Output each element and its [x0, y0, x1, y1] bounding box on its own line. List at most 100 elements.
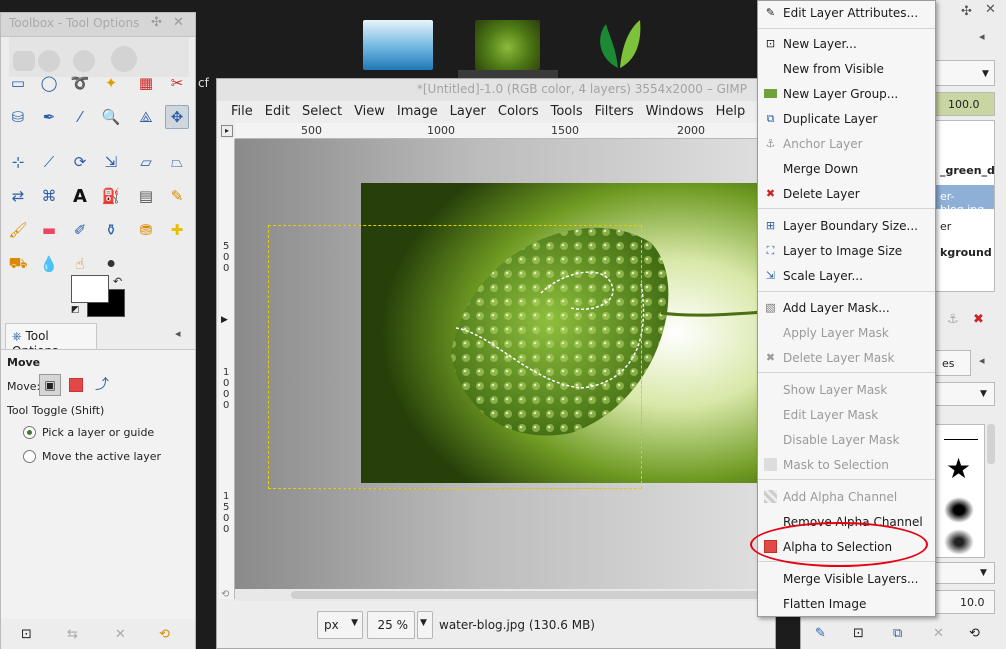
- rotate-tool-icon[interactable]: ⟳: [68, 150, 92, 174]
- menu-item-edit-layer-attributes[interactable]: ✎ Edit Layer Attributes...: [758, 1, 935, 25]
- zoom-dropdown-button[interactable]: ▼: [417, 611, 433, 639]
- delete-brush-icon[interactable]: ✕: [933, 626, 944, 641]
- pin-icon[interactable]: ✣: [961, 4, 972, 19]
- brush-spacing-field[interactable]: 10.0: [935, 590, 995, 614]
- menu-filters[interactable]: Filters: [589, 101, 640, 123]
- scale-tool-icon[interactable]: ⇲: [99, 150, 123, 174]
- zoom-field[interactable]: 25 %: [367, 611, 415, 639]
- brush-scrollbar[interactable]: [987, 424, 995, 464]
- foreground-select-tool-icon[interactable]: ⛁: [6, 105, 30, 129]
- menu-layer[interactable]: Layer: [444, 101, 492, 123]
- menu-item-layer-boundary-size[interactable]: ⊞ Layer Boundary Size...: [758, 214, 935, 238]
- ink-tool-icon[interactable]: ⚱: [99, 218, 123, 242]
- brush-filter-select[interactable]: ▼: [935, 382, 995, 406]
- leaf-thumbnail[interactable]: [475, 20, 540, 70]
- swap-colors-icon[interactable]: ↶: [113, 275, 122, 288]
- shear-tool-icon[interactable]: ▱: [134, 150, 158, 174]
- navigate-icon[interactable]: ⟲: [221, 589, 229, 600]
- layer-row[interactable]: _green_dro: [936, 161, 994, 181]
- unit-select[interactable]: px ▼: [317, 611, 363, 639]
- menu-item-anchor-layer[interactable]: ⚓ Anchor Layer: [758, 132, 935, 156]
- restore-options-icon[interactable]: ⇆: [67, 627, 78, 642]
- menu-image[interactable]: Image: [391, 101, 444, 123]
- tab-menu-icon[interactable]: ◂: [175, 327, 181, 340]
- close-icon[interactable]: ✕: [173, 15, 184, 30]
- ellipse-select-tool-icon[interactable]: ◯: [37, 71, 61, 95]
- menu-help[interactable]: Help: [710, 101, 752, 123]
- pin-icon[interactable]: ✣: [151, 15, 162, 30]
- toolbox-titlebar[interactable]: Toolbox - Tool Options ✣ ✕: [1, 13, 195, 37]
- airbrush-tool-icon[interactable]: ✐: [68, 218, 92, 242]
- delete-layer-icon[interactable]: ✖: [973, 312, 984, 327]
- star-brush-icon[interactable]: ★: [946, 455, 971, 483]
- layer-row-selected[interactable]: er-blog.jpg: [936, 185, 994, 209]
- brush-preset-select[interactable]: ▼: [935, 562, 995, 584]
- brush-line-icon[interactable]: [944, 439, 978, 440]
- cage-tool-icon[interactable]: ⌘: [37, 184, 61, 208]
- tab-brushes[interactable]: es: [935, 350, 971, 376]
- menu-item-merge-down[interactable]: Merge Down: [758, 157, 935, 181]
- menu-tools[interactable]: Tools: [545, 101, 589, 123]
- new-brush-icon[interactable]: ⊡: [853, 626, 864, 641]
- menu-item-new-from-visible[interactable]: New from Visible: [758, 57, 935, 81]
- close-icon[interactable]: ✕: [985, 2, 996, 17]
- menu-item-layer-to-image-size[interactable]: ⛶ Layer to Image Size: [758, 239, 935, 263]
- menu-colors[interactable]: Colors: [492, 101, 545, 123]
- image-canvas[interactable]: [235, 139, 775, 589]
- color-picker-tool-icon[interactable]: ⁄: [68, 105, 92, 129]
- menu-edit[interactable]: Edit: [259, 101, 296, 123]
- default-colors-icon[interactable]: ◩: [71, 305, 80, 315]
- pencil-tool-icon[interactable]: ✎: [165, 184, 189, 208]
- quick-mask-corner-icon[interactable]: ▸: [221, 125, 233, 137]
- menu-view[interactable]: View: [348, 101, 391, 123]
- free-select-tool-icon[interactable]: ➰: [68, 71, 92, 95]
- edit-brush-icon[interactable]: ✎: [815, 626, 826, 641]
- move-layer-mode-icon[interactable]: ▣: [39, 374, 61, 396]
- duplicate-brush-icon[interactable]: ⧉: [893, 626, 902, 641]
- foreground-color-swatch[interactable]: [71, 275, 109, 303]
- layer-row[interactable]: kground: [936, 243, 994, 263]
- tab-menu-icon[interactable]: ◂: [979, 30, 985, 43]
- bucket-fill-tool-icon[interactable]: ⛽: [99, 184, 123, 208]
- menu-item-flatten-image[interactable]: Flatten Image: [758, 592, 935, 616]
- menu-item-edit-layer-mask[interactable]: Edit Layer Mask: [758, 403, 935, 427]
- brush-grid[interactable]: ★: [935, 424, 985, 558]
- vertical-ruler[interactable]: 5 0 0 1 0 0 0 1 5 0 0: [219, 139, 235, 599]
- zoom-tool-icon[interactable]: 🔍: [99, 105, 123, 129]
- menu-windows[interactable]: Windows: [640, 101, 710, 123]
- measure-tool-icon[interactable]: ⟁: [134, 105, 158, 129]
- reset-options-icon[interactable]: ⟲: [159, 627, 170, 642]
- smudge-tool-icon[interactable]: ☝: [68, 252, 92, 276]
- menu-item-apply-layer-mask[interactable]: Apply Layer Mask: [758, 321, 935, 345]
- water-thumbnail[interactable]: [363, 20, 433, 70]
- save-options-icon[interactable]: ⊡: [21, 627, 32, 642]
- layer-row[interactable]: er: [936, 217, 994, 237]
- mode-select[interactable]: ▼: [935, 60, 995, 86]
- horizontal-scrollbar[interactable]: [235, 589, 775, 601]
- refresh-brushes-icon[interactable]: ⟲: [969, 626, 980, 641]
- menu-item-show-layer-mask[interactable]: Show Layer Mask: [758, 378, 935, 402]
- tab-menu-icon[interactable]: ◂: [979, 354, 985, 367]
- text-tool-icon[interactable]: A: [68, 184, 92, 208]
- move-path-mode-icon[interactable]: ⤴: [95, 374, 109, 394]
- menu-item-add-alpha-channel[interactable]: Add Alpha Channel: [758, 485, 935, 509]
- perspective-tool-icon[interactable]: ⏢: [165, 150, 189, 174]
- paintbrush-tool-icon[interactable]: 🖌: [6, 218, 30, 242]
- menu-item-add-layer-mask[interactable]: ▧ Add Layer Mask...: [758, 296, 935, 320]
- gradient-tool-icon[interactable]: ▤: [134, 184, 158, 208]
- splatter-brush-icon[interactable]: [944, 529, 974, 555]
- align-tool-icon[interactable]: ⊹: [6, 150, 30, 174]
- heal-tool-icon[interactable]: ✚: [165, 218, 189, 242]
- menu-item-scale-layer[interactable]: ⇲ Scale Layer...: [758, 264, 935, 288]
- menu-item-delete-layer[interactable]: ✖ Delete Layer: [758, 182, 935, 206]
- menu-item-duplicate-layer[interactable]: ⧉ Duplicate Layer: [758, 107, 935, 131]
- menu-item-delete-layer-mask[interactable]: ✖ Delete Layer Mask: [758, 346, 935, 370]
- blur-tool-icon[interactable]: 💧: [37, 252, 61, 276]
- splatter-brush-icon[interactable]: [944, 497, 974, 523]
- move-active-layer-radio[interactable]: [23, 450, 36, 463]
- menu-item-mask-to-selection[interactable]: Mask to Selection: [758, 453, 935, 477]
- crop-tool-icon[interactable]: ⟋: [37, 150, 61, 174]
- paths-tool-icon[interactable]: ✒: [37, 105, 61, 129]
- eraser-tool-icon[interactable]: ▬: [37, 218, 61, 242]
- flip-tool-icon[interactable]: ⇄: [6, 184, 30, 208]
